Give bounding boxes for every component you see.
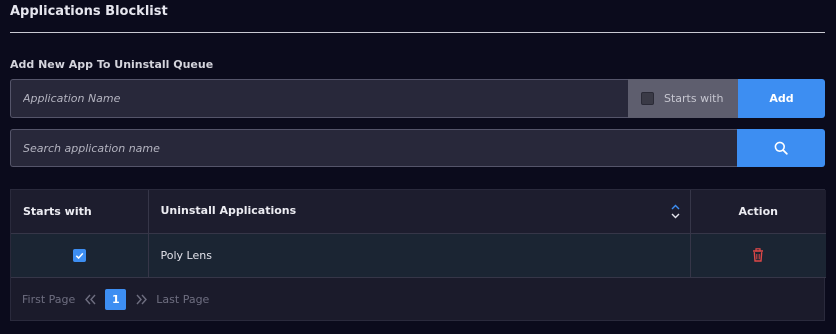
starts-with-checked-checkbox[interactable]: [72, 248, 86, 262]
search-icon: [774, 141, 788, 155]
header-action-label: Action: [738, 204, 778, 218]
pagination: First Page 1 Last Page: [11, 278, 824, 321]
starts-with-toggle[interactable]: Starts with: [628, 79, 738, 118]
check-icon: [75, 252, 84, 259]
next-page-button[interactable]: [136, 294, 148, 305]
starts-with-label: Starts with: [664, 92, 724, 105]
search-bar: [10, 129, 825, 167]
table-header-row: Starts with Uninstall Applications Actio…: [11, 190, 826, 234]
trash-icon[interactable]: [752, 248, 764, 262]
prev-page-button[interactable]: [85, 294, 96, 305]
section-title: Applications Blocklist: [10, 4, 168, 19]
last-page-link[interactable]: Last Page: [156, 293, 209, 306]
row-action-cell: [690, 233, 826, 278]
double-chevron-left-icon: [85, 294, 96, 304]
header-uninstall-applications[interactable]: Uninstall Applications: [148, 190, 691, 234]
starts-with-checkbox[interactable]: [641, 92, 654, 105]
add-app-form: Starts with Add: [10, 79, 825, 118]
header-starts-with: Starts with: [11, 190, 149, 234]
title-divider: [10, 32, 825, 33]
row-starts-with-cell: [11, 233, 149, 278]
table-row: Poly Lens: [11, 233, 826, 278]
double-chevron-right-icon: [136, 294, 148, 304]
add-app-label: Add New App To Uninstall Queue: [10, 58, 214, 71]
header-apps-label: Uninstall Applications: [160, 203, 297, 217]
sort-icon[interactable]: [671, 204, 680, 219]
search-button[interactable]: [737, 129, 825, 167]
header-starts-with-label: Starts with: [23, 204, 92, 218]
add-button[interactable]: Add: [738, 79, 825, 118]
row-app-name: Poly Lens: [148, 233, 691, 278]
header-action: Action: [690, 190, 826, 234]
search-input[interactable]: [10, 129, 737, 167]
first-page-link[interactable]: First Page: [22, 293, 75, 306]
page-number-current[interactable]: 1: [105, 288, 127, 310]
blocklist-table: Starts with Uninstall Applications Actio…: [10, 189, 826, 321]
application-name-input[interactable]: [10, 79, 628, 118]
